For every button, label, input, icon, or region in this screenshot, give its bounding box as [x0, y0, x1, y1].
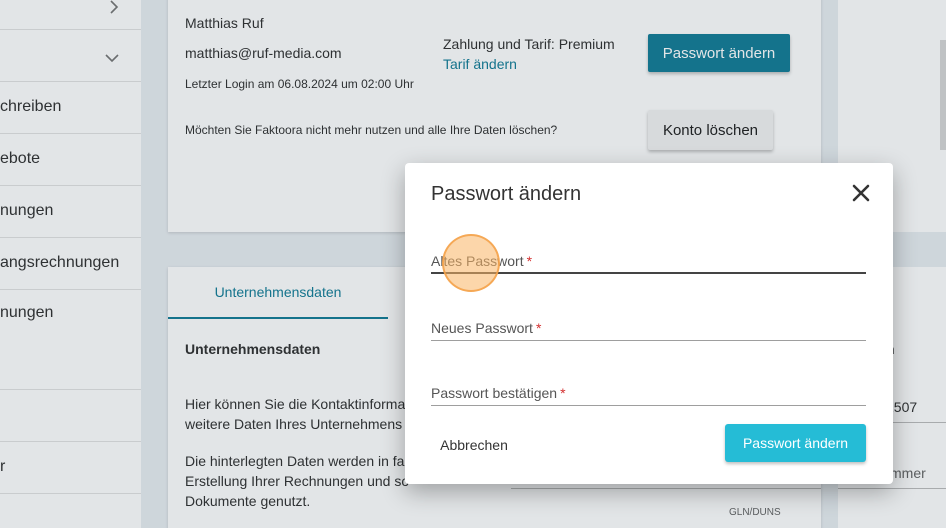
cancel-button[interactable]: Abbrechen	[429, 429, 519, 461]
dialog-title: Passwort ändern	[431, 183, 582, 205]
field-underline	[431, 405, 866, 406]
change-password-dialog: Passwort ändern Altes Passwort* Neues Pa…	[405, 163, 893, 484]
new-password-field[interactable]: Neues Passwort *	[431, 305, 866, 341]
confirm-password-field[interactable]: Passwort bestätigen *	[431, 370, 866, 406]
field-underline	[431, 340, 866, 341]
close-icon[interactable]	[851, 183, 871, 203]
submit-change-password-button[interactable]: Passwort ändern	[725, 424, 866, 462]
new-password-input[interactable]	[431, 305, 866, 341]
confirm-password-input[interactable]	[431, 370, 866, 406]
click-indicator	[442, 234, 500, 292]
